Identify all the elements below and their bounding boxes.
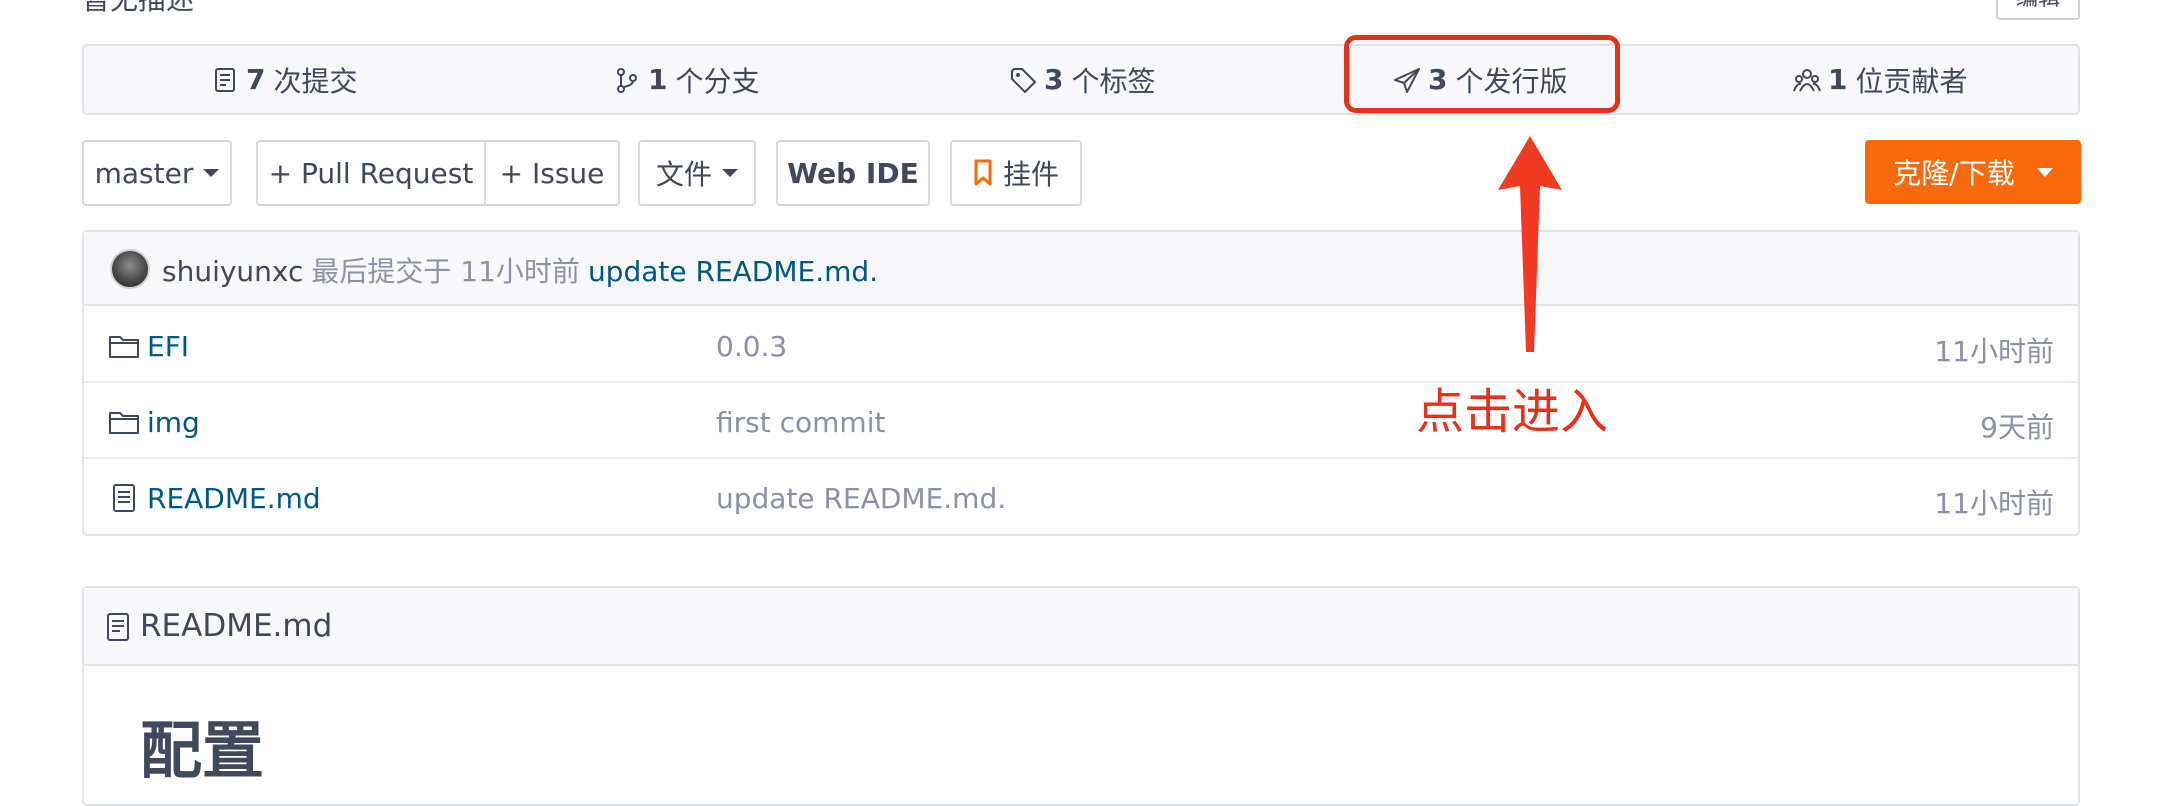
web-ide-button[interactable]: Web IDE xyxy=(776,140,930,206)
tag-icon xyxy=(1008,65,1038,95)
contributors-count: 1 xyxy=(1828,63,1848,96)
commit-author[interactable]: shuiyunxc xyxy=(162,255,303,288)
tags-label: 个标签 xyxy=(1071,64,1156,98)
clone-download-button[interactable]: 克隆/下载 xyxy=(1865,140,2081,204)
file-name[interactable]: img xyxy=(147,406,200,439)
chevron-down-icon xyxy=(2036,167,2053,177)
file-time: 11小时前 xyxy=(1934,487,2054,520)
tags-count: 3 xyxy=(1044,63,1064,96)
branches-stat[interactable]: 1 个分支 xyxy=(612,44,760,115)
edit-description-button[interactable]: 编辑 xyxy=(1996,0,2080,20)
commit-log-icon xyxy=(210,65,240,95)
file-name[interactable]: README.md xyxy=(147,482,321,515)
avatar[interactable] xyxy=(110,249,150,289)
file-name[interactable]: EFI xyxy=(147,330,189,363)
tags-stat[interactable]: 3 个标签 xyxy=(1008,44,1156,115)
last-commit-info: shuiyunxc 最后提交于 11小时前 update README.md. xyxy=(162,250,878,290)
file-commit-message[interactable]: first commit xyxy=(716,406,885,439)
commit-message[interactable]: update README.md. xyxy=(588,255,878,288)
table-row[interactable] xyxy=(108,406,140,442)
table-row[interactable] xyxy=(108,330,140,366)
releases-stat[interactable]: 3 个发行版 xyxy=(1392,44,1568,115)
commit-meta: 最后提交于 11小时前 xyxy=(311,255,580,288)
chevron-down-icon xyxy=(722,169,738,177)
contributors-icon xyxy=(1792,65,1822,95)
readme-file-icon-wrap xyxy=(104,612,136,648)
clone-label: 克隆/下载 xyxy=(1893,157,2015,190)
issue-button[interactable]: + Issue xyxy=(484,140,620,206)
readme-header xyxy=(84,588,2078,666)
file-time: 9天前 xyxy=(1980,411,2054,444)
repo-description: 暂无描述 xyxy=(82,0,194,18)
releases-label: 个发行版 xyxy=(1455,64,1568,98)
file-time: 11小时前 xyxy=(1934,335,2054,368)
branch-icon xyxy=(612,65,642,95)
branch-name: master xyxy=(94,156,194,190)
bookmark-icon xyxy=(973,159,993,187)
document-icon xyxy=(108,482,140,514)
contributors-stat[interactable]: 1 位贡献者 xyxy=(1792,44,1968,115)
branch-select[interactable]: master xyxy=(82,140,232,206)
document-icon xyxy=(104,612,136,644)
releases-count: 3 xyxy=(1428,63,1448,96)
row-divider xyxy=(84,457,2078,459)
files-label: 文件 xyxy=(655,158,712,191)
files-dropdown[interactable]: 文件 xyxy=(638,140,756,206)
readme-filename: README.md xyxy=(140,608,333,644)
send-icon xyxy=(1392,65,1422,95)
pull-request-button[interactable]: + Pull Request xyxy=(256,140,486,206)
widget-label: 挂件 xyxy=(1002,158,1059,191)
table-row[interactable] xyxy=(108,482,140,518)
widget-button[interactable]: 挂件 xyxy=(950,140,1082,206)
folder-icon xyxy=(108,330,140,362)
commits-stat[interactable]: 7 次提交 xyxy=(210,44,358,115)
row-divider xyxy=(84,381,2078,383)
commits-count: 7 xyxy=(246,63,266,96)
file-commit-message[interactable]: 0.0.3 xyxy=(716,330,787,363)
annotation-arrow xyxy=(1498,136,1562,352)
contributors-label: 位贡献者 xyxy=(1855,64,1968,98)
readme-heading: 配置 xyxy=(140,714,265,787)
branches-count: 1 xyxy=(648,63,668,96)
chevron-down-icon xyxy=(203,169,220,177)
branches-label: 个分支 xyxy=(675,64,760,98)
commits-label: 次提交 xyxy=(273,64,358,98)
folder-icon xyxy=(108,406,140,438)
annotation-text: 点击进入 xyxy=(1416,384,1609,440)
file-commit-message[interactable]: update README.md. xyxy=(716,482,1006,515)
